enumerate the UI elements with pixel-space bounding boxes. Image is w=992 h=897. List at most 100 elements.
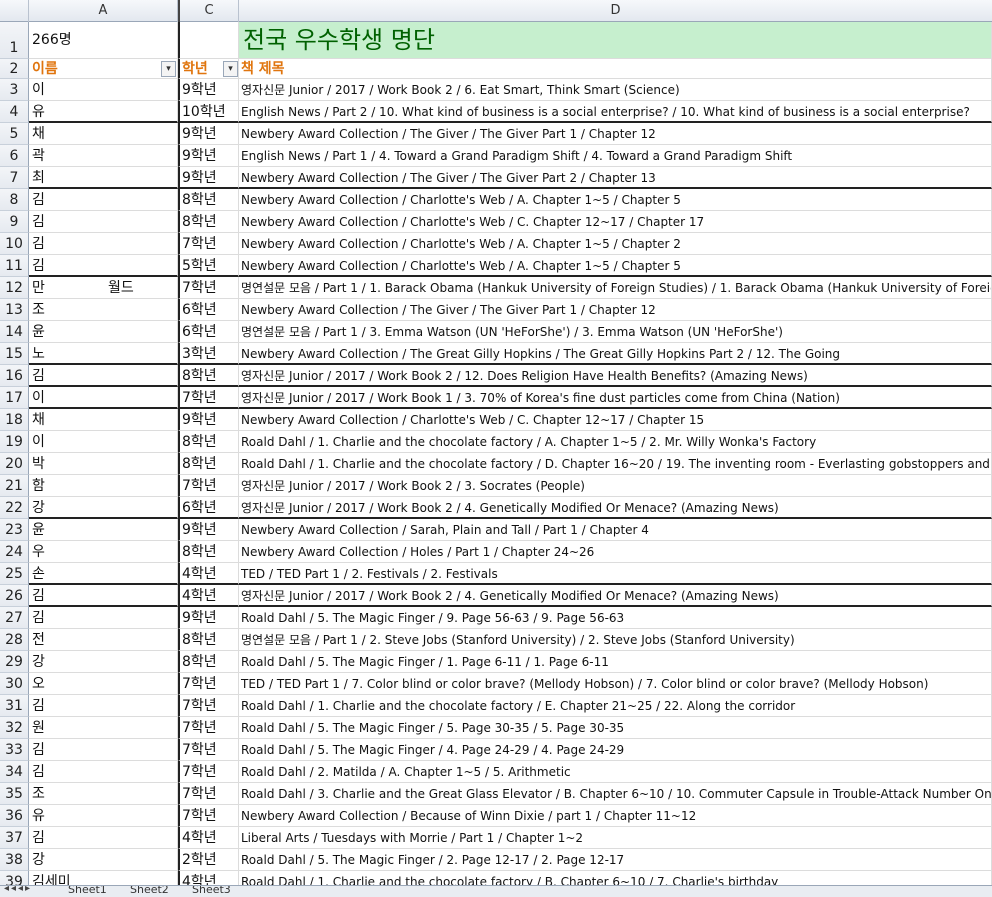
student-name-cell[interactable]: 유 (29, 805, 178, 827)
row-number[interactable]: 25 (0, 563, 29, 585)
student-name-cell[interactable]: 김 (29, 695, 178, 717)
book-title-cell[interactable]: Newbery Award Collection / Charlotte's W… (239, 255, 992, 277)
row-number[interactable]: 26 (0, 585, 29, 607)
row-number[interactable]: 21 (0, 475, 29, 497)
book-title-cell[interactable]: English News / Part 2 / 10. What kind of… (239, 101, 992, 123)
column-header-d[interactable]: D (239, 0, 992, 22)
row-number[interactable]: 19 (0, 431, 29, 453)
grade-cell[interactable]: 8학년 (178, 651, 239, 673)
row-number[interactable]: 6 (0, 145, 29, 167)
book-title-cell[interactable]: Newbery Award Collection / Charlotte's W… (239, 189, 992, 211)
book-title-cell[interactable]: 영자신문 Junior / 2017 / Work Book 2 / 12. D… (239, 365, 992, 387)
row-number[interactable]: 37 (0, 827, 29, 849)
grade-cell[interactable]: 4학년 (178, 827, 239, 849)
student-count-cell[interactable]: 266명 (29, 22, 178, 59)
student-name-cell[interactable]: 김 (29, 739, 178, 761)
book-title-cell[interactable]: Liberal Arts / Tuesdays with Morrie / Pa… (239, 827, 992, 849)
row-number[interactable]: 32 (0, 717, 29, 739)
student-name-cell[interactable]: 유 (29, 101, 178, 123)
book-title-cell[interactable]: Newbery Award Collection / The Giver / T… (239, 167, 992, 189)
book-title-cell[interactable]: Newbery Award Collection / The Great Gil… (239, 343, 992, 365)
grade-cell[interactable]: 8학년 (178, 541, 239, 563)
row-number[interactable]: 10 (0, 233, 29, 255)
student-name-cell[interactable]: 손 (29, 563, 178, 585)
book-title-cell[interactable]: Newbery Award Collection / The Giver / T… (239, 299, 992, 321)
book-title-cell[interactable]: 명연설문 모음 / Part 1 / 3. Emma Watson (UN 'H… (239, 321, 992, 343)
row-number[interactable]: 11 (0, 255, 29, 277)
book-title-cell[interactable]: Roald Dahl / 5. The Magic Finger / 1. Pa… (239, 651, 992, 673)
grade-cell[interactable]: 8학년 (178, 365, 239, 387)
student-name-cell[interactable]: 김 (29, 761, 178, 783)
row-number[interactable]: 33 (0, 739, 29, 761)
book-title-cell[interactable]: 영자신문 Junior / 2017 / Work Book 2 / 6. Ea… (239, 79, 992, 101)
filter-dropdown-icon[interactable]: ▾ (161, 61, 176, 77)
grade-cell[interactable]: 4학년 (178, 585, 239, 607)
book-title-cell[interactable]: Newbery Award Collection / Charlotte's W… (239, 409, 992, 431)
row-number[interactable]: 34 (0, 761, 29, 783)
book-title-cell[interactable]: Roald Dahl / 1. Charlie and the chocolat… (239, 453, 992, 475)
row-number[interactable]: 4 (0, 101, 29, 123)
student-name-cell[interactable]: 김 (29, 233, 178, 255)
student-name-cell[interactable]: 김 (29, 607, 178, 629)
grade-cell[interactable]: 7학년 (178, 233, 239, 255)
book-title-cell[interactable]: Roald Dahl / 5. The Magic Finger / 4. Pa… (239, 739, 992, 761)
student-name-cell[interactable]: 김 (29, 365, 178, 387)
row-number[interactable]: 27 (0, 607, 29, 629)
grade-cell[interactable]: 7학년 (178, 761, 239, 783)
grade-cell[interactable]: 7학년 (178, 277, 239, 299)
row-number[interactable]: 23 (0, 519, 29, 541)
student-name-cell[interactable]: 강 (29, 497, 178, 519)
grade-cell[interactable]: 2학년 (178, 849, 239, 871)
book-title-cell[interactable]: Newbery Award Collection / Sarah, Plain … (239, 519, 992, 541)
student-name-cell[interactable]: 김 (29, 189, 178, 211)
grade-cell[interactable]: 6학년 (178, 497, 239, 519)
book-title-cell[interactable]: Newbery Award Collection / Charlotte's W… (239, 233, 992, 255)
row-number[interactable]: 2 (0, 59, 29, 79)
book-title-cell[interactable]: TED / TED Part 1 / 2. Festivals / 2. Fes… (239, 563, 992, 585)
book-title-cell[interactable]: 명연설문 모음 / Part 1 / 1. Barack Obama (Hank… (239, 277, 992, 299)
student-name-cell[interactable]: 이 (29, 79, 178, 101)
row-number[interactable]: 13 (0, 299, 29, 321)
book-title-cell[interactable]: Roald Dahl / 5. The Magic Finger / 9. Pa… (239, 607, 992, 629)
grade-cell[interactable]: 8학년 (178, 211, 239, 233)
grade-cell[interactable]: 8학년 (178, 189, 239, 211)
book-title-cell[interactable]: 영자신문 Junior / 2017 / Work Book 2 / 4. Ge… (239, 585, 992, 607)
student-name-cell[interactable]: 강 (29, 849, 178, 871)
book-title-cell[interactable]: Roald Dahl / 5. The Magic Finger / 5. Pa… (239, 717, 992, 739)
row-number[interactable]: 15 (0, 343, 29, 365)
grade-cell[interactable]: 9학년 (178, 607, 239, 629)
empty-cell[interactable] (178, 22, 239, 59)
student-name-cell[interactable]: 채 (29, 409, 178, 431)
student-name-cell[interactable]: 조 (29, 299, 178, 321)
grade-cell[interactable]: 7학년 (178, 717, 239, 739)
book-title-cell[interactable]: Newbery Award Collection / Charlotte's W… (239, 211, 992, 233)
row-number[interactable]: 7 (0, 167, 29, 189)
book-title-cell[interactable]: 영자신문 Junior / 2017 / Work Book 1 / 3. 70… (239, 387, 992, 409)
student-name-cell[interactable]: 채 (29, 123, 178, 145)
grade-cell[interactable]: 7학년 (178, 739, 239, 761)
student-name-cell[interactable]: 박 (29, 453, 178, 475)
sheet-title-cell[interactable]: 전국 우수학생 명단 (239, 22, 992, 59)
row-number[interactable]: 22 (0, 497, 29, 519)
grade-cell[interactable]: 7학년 (178, 695, 239, 717)
grade-cell[interactable]: 7학년 (178, 805, 239, 827)
filter-dropdown-icon[interactable]: ▾ (223, 61, 238, 77)
student-name-cell[interactable]: 김 (29, 211, 178, 233)
student-name-cell[interactable]: 윤 (29, 519, 178, 541)
student-name-cell[interactable]: 강 (29, 651, 178, 673)
book-title-cell[interactable]: Newbery Award Collection / The Giver / T… (239, 123, 992, 145)
book-title-cell[interactable]: 명연설문 모음 / Part 1 / 2. Steve Jobs (Stanfo… (239, 629, 992, 651)
student-name-cell[interactable]: 이 (29, 387, 178, 409)
book-title-cell[interactable]: Roald Dahl / 1. Charlie and the chocolat… (239, 695, 992, 717)
book-title-cell[interactable]: Newbery Award Collection / Because of Wi… (239, 805, 992, 827)
row-number[interactable]: 29 (0, 651, 29, 673)
column-header-c[interactable]: C (178, 0, 239, 22)
row-number[interactable]: 35 (0, 783, 29, 805)
grade-cell[interactable]: 10학년 (178, 101, 239, 123)
student-name-cell[interactable]: 이 (29, 431, 178, 453)
student-name-cell[interactable]: 최 (29, 167, 178, 189)
student-name-cell[interactable]: 원 (29, 717, 178, 739)
book-title-cell[interactable]: 영자신문 Junior / 2017 / Work Book 2 / 4. Ge… (239, 497, 992, 519)
student-name-cell[interactable]: 우 (29, 541, 178, 563)
row-number[interactable]: 16 (0, 365, 29, 387)
